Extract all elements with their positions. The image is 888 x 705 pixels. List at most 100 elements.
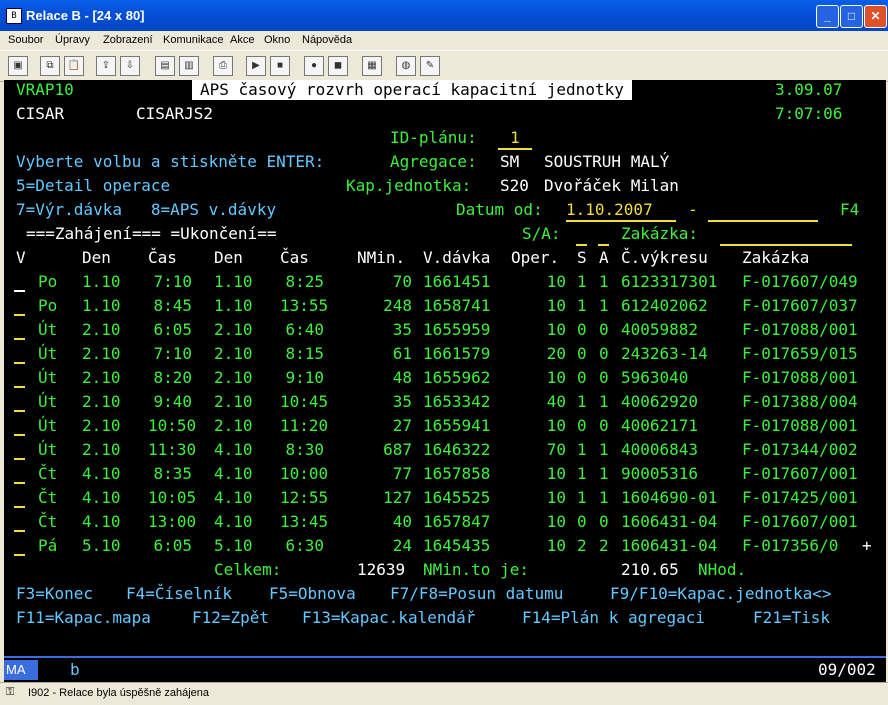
- total-label: Celkem:: [214, 560, 282, 579]
- row-end-time: 8:25: [285, 272, 324, 291]
- app-icon[interactable]: B: [6, 8, 22, 24]
- fkey-f14[interactable]: F14=Plán k agregaci: [522, 608, 705, 628]
- menu-okno[interactable]: Okno: [264, 34, 290, 46]
- record-icon[interactable]: ●: [304, 56, 324, 76]
- row-weekday: Po: [38, 272, 58, 291]
- fkey-f4[interactable]: F4=Číselník: [126, 584, 232, 604]
- send-icon[interactable]: ⇪: [96, 56, 116, 76]
- terminal-screen[interactable]: VRAP10 APS časový rozvrh operací kapacit…: [4, 80, 886, 656]
- col-start-day: Den: [82, 248, 111, 267]
- capacity-unit-label: Kap.jednotka:: [346, 176, 472, 195]
- aggregation-code: SM: [500, 152, 520, 171]
- row-weekday: Pá: [38, 536, 58, 555]
- row-end-day: 2.10: [214, 344, 253, 363]
- row-option-field[interactable]: [14, 338, 25, 340]
- fkey-f12[interactable]: F12=Zpět: [192, 608, 269, 628]
- row-option-field[interactable]: [14, 530, 25, 532]
- fkey-f5[interactable]: F5=Obnova: [269, 584, 356, 604]
- row-batch: 1661579: [423, 344, 491, 363]
- row-a: 1: [599, 488, 609, 507]
- menu-komunikace[interactable]: Komunikace: [163, 34, 224, 46]
- fkey-f3[interactable]: F3=Konec: [16, 584, 93, 604]
- row-weekday: Út: [38, 320, 58, 339]
- row-start-time: 10:50: [148, 416, 197, 435]
- title-bar: B Relace B - [24 x 80] _ □ ✕: [0, 0, 888, 31]
- fkey-f7-f8[interactable]: F7/F8=Posun datumu: [390, 584, 563, 604]
- row-start-day: 2.10: [82, 392, 121, 411]
- row-operation: 10: [546, 320, 566, 339]
- row-start-time: 9:40: [153, 392, 192, 411]
- fkey-f21[interactable]: F21=Tisk: [753, 608, 830, 628]
- date-to-field[interactable]: [708, 200, 818, 222]
- row-option-field[interactable]: [14, 386, 25, 388]
- maximize-button[interactable]: □: [840, 5, 863, 28]
- row-order: F-017088/001: [742, 368, 858, 387]
- row-drawing: 6123317301: [621, 272, 718, 291]
- row-start-day: 5.10: [82, 536, 121, 555]
- minimize-button[interactable]: _: [816, 5, 839, 28]
- display-icon[interactable]: ▤: [155, 56, 175, 76]
- clipboard-icon[interactable]: ▦: [362, 56, 382, 76]
- row-s: 0: [577, 320, 587, 339]
- row-option-field[interactable]: [14, 362, 25, 364]
- row-option-field[interactable]: [14, 506, 25, 508]
- row-end-day: 4.10: [214, 440, 253, 459]
- row-nmin: 248: [383, 296, 412, 315]
- menu-upravy[interactable]: Úpravy: [55, 34, 90, 46]
- row-batch: 1657847: [423, 512, 491, 531]
- receive-icon[interactable]: ⇩: [120, 56, 140, 76]
- menu-soubor[interactable]: Soubor: [8, 34, 43, 46]
- row-order: F-017088/001: [742, 416, 858, 435]
- copy-icon[interactable]: ⧉: [40, 56, 60, 76]
- a-filter-field[interactable]: [598, 224, 609, 246]
- row-operation: 20: [546, 344, 566, 363]
- more-indicator: +: [862, 536, 872, 555]
- menu-akce[interactable]: Akce: [230, 34, 254, 46]
- order-filter-field[interactable]: [720, 224, 852, 246]
- row-a: 1: [599, 464, 609, 483]
- row-end-day: 2.10: [214, 368, 253, 387]
- row-a: 0: [599, 512, 609, 531]
- f4-hint: F4: [840, 200, 860, 219]
- row-option-field[interactable]: [14, 458, 25, 460]
- row-nmin: 35: [392, 320, 412, 339]
- plan-id-field[interactable]: 1: [498, 128, 532, 150]
- row-weekday: Út: [38, 416, 58, 435]
- hours-unit: NHod.: [698, 560, 747, 579]
- col-nmin: NMin.: [357, 248, 406, 267]
- globe-icon[interactable]: ◍: [396, 56, 416, 76]
- record-stop-icon[interactable]: ◼: [328, 56, 348, 76]
- close-button[interactable]: ✕: [864, 5, 887, 28]
- row-option-field[interactable]: [14, 434, 25, 436]
- display2-icon[interactable]: ▥: [179, 56, 199, 76]
- row-option-field[interactable]: [14, 410, 25, 412]
- macro-play-icon[interactable]: ▶: [246, 56, 266, 76]
- row-a: 2: [599, 536, 609, 555]
- session-icon: ⚿: [6, 686, 15, 698]
- row-nmin: 27: [392, 416, 412, 435]
- fkey-f9-f10[interactable]: F9/F10=Kapac.jednotka<>: [610, 584, 832, 604]
- col-start-time: Čas: [148, 248, 177, 267]
- screen-icon[interactable]: ▣: [8, 56, 28, 76]
- row-option-field[interactable]: [14, 290, 25, 292]
- menu-napoveda[interactable]: Nápověda: [302, 34, 352, 46]
- fkey-f11[interactable]: F11=Kapac.mapa: [16, 608, 151, 628]
- print-icon[interactable]: ⎙: [213, 56, 233, 76]
- row-option-field[interactable]: [14, 314, 25, 316]
- date-from-field[interactable]: 1.10.2007: [566, 200, 676, 222]
- row-option-field[interactable]: [14, 482, 25, 484]
- s-filter-field[interactable]: [576, 224, 587, 246]
- date-range-dash: -: [688, 200, 698, 219]
- menu-zobrazeni[interactable]: Zobrazení: [103, 34, 153, 46]
- row-end-time: 6:30: [285, 536, 324, 555]
- row-a: 0: [599, 320, 609, 339]
- row-drawing: 40006843: [621, 440, 699, 459]
- edit-icon[interactable]: ✎: [420, 56, 440, 76]
- row-option-field[interactable]: [14, 554, 25, 556]
- fkey-f13[interactable]: F13=Kapac.kalendář: [302, 608, 475, 628]
- option-batch: 7=Výr.dávka 8=APS v.dávky: [16, 200, 277, 219]
- row-s: 0: [577, 368, 587, 387]
- capacity-unit-name: Dvořáček Milan: [544, 176, 679, 195]
- paste-icon[interactable]: 📋: [64, 56, 84, 76]
- macro-stop-icon[interactable]: ■: [270, 56, 290, 76]
